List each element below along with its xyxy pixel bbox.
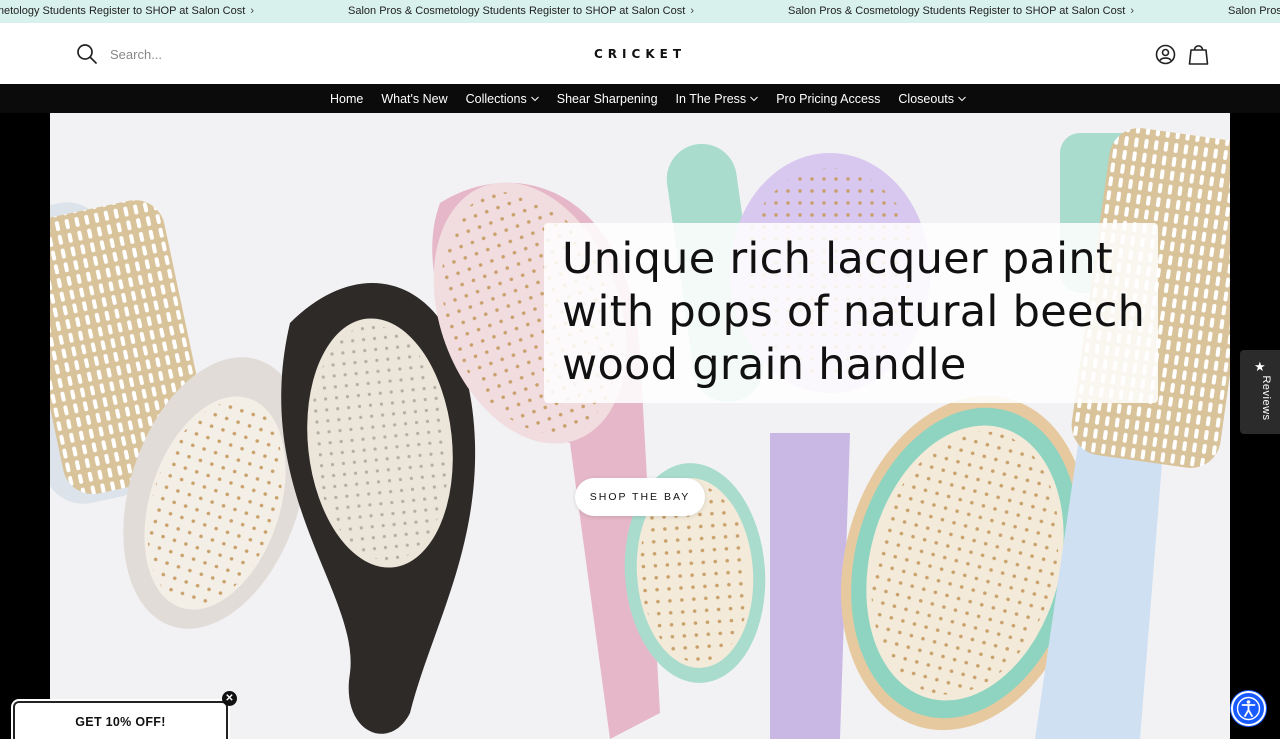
nav-label: Pro Pricing Access xyxy=(776,91,881,106)
accessibility-icon xyxy=(1236,696,1261,721)
nav-item-whats-new[interactable]: What's New xyxy=(381,92,447,106)
nav-item-in-the-press[interactable]: In The Press xyxy=(676,92,759,106)
nav-label: In The Press xyxy=(675,91,747,106)
announcement-text: Salon Pros & Cosmetology Students Regist… xyxy=(788,5,1126,17)
announcement-link[interactable]: Salon Pros & Cosmetology Students Regist… xyxy=(348,0,694,23)
announcement-link[interactable]: Salon Pros & Cosmetology Students Regist… xyxy=(0,0,254,23)
nav-label: Shear Sharpening xyxy=(556,91,658,106)
chevron-down-icon xyxy=(958,96,966,101)
chevron-right-icon: › xyxy=(690,5,694,17)
promo-label: GET 10% OFF! xyxy=(75,715,166,729)
hero-banner[interactable]: Unique rich lacquer paint with pops of n… xyxy=(50,113,1230,739)
reviews-label: Reviews xyxy=(1260,375,1272,421)
site-logo[interactable]: CRICKET xyxy=(583,45,697,63)
promo-tab[interactable]: GET 10% OFF! xyxy=(13,701,228,739)
announcement-link[interactable]: Salon Pros & Cosmetology Students Regist… xyxy=(1228,0,1280,23)
search-input[interactable] xyxy=(110,43,310,65)
reviews-tab[interactable]: ★ Reviews xyxy=(1240,350,1280,434)
announcement-text: Salon Pros & Cosmetology Students Regist… xyxy=(1228,5,1280,17)
chevron-right-icon: › xyxy=(1130,5,1134,17)
hero-image xyxy=(50,113,1230,739)
shop-the-bay-button[interactable]: SHOP THE BAY xyxy=(575,478,705,516)
site-header: CRICKET xyxy=(0,23,1280,84)
nav-label: What's New xyxy=(381,91,448,106)
nav-item-home[interactable]: Home xyxy=(330,92,363,106)
nav-label: Closeouts xyxy=(898,91,954,106)
chevron-down-icon xyxy=(530,96,539,101)
chevron-right-icon: › xyxy=(250,5,254,17)
nav-item-shear-sharpening[interactable]: Shear Sharpening xyxy=(557,92,658,106)
announcement-link[interactable]: Salon Pros & Cosmetology Students Regist… xyxy=(788,0,1134,23)
nav-label: Home xyxy=(329,91,364,106)
main-nav: Home What's New Collections Shear Sharpe… xyxy=(0,84,1280,113)
nav-item-collections[interactable]: Collections xyxy=(466,92,539,106)
nav-item-pro-pricing-access[interactable]: Pro Pricing Access xyxy=(776,92,880,106)
nav-item-closeouts[interactable]: Closeouts xyxy=(898,92,966,106)
accessibility-button[interactable] xyxy=(1231,691,1266,726)
headline-panel: Unique rich lacquer paint with pops of n… xyxy=(544,223,1158,403)
account-icon[interactable] xyxy=(1155,44,1176,65)
nav-label: Collections xyxy=(465,91,527,106)
hero-headline: Unique rich lacquer paint with pops of n… xyxy=(562,234,1146,390)
announcement-text: Salon Pros & Cosmetology Students Regist… xyxy=(348,5,686,17)
announcement-bar: Salon Pros & Cosmetology Students Regist… xyxy=(0,0,1280,23)
shopping-bag-icon[interactable] xyxy=(1188,43,1209,65)
close-icon[interactable]: ✕ xyxy=(222,691,237,706)
announcement-text: Salon Pros & Cosmetology Students Regist… xyxy=(0,5,246,17)
chevron-down-icon xyxy=(750,96,759,101)
search-icon[interactable] xyxy=(76,43,98,65)
